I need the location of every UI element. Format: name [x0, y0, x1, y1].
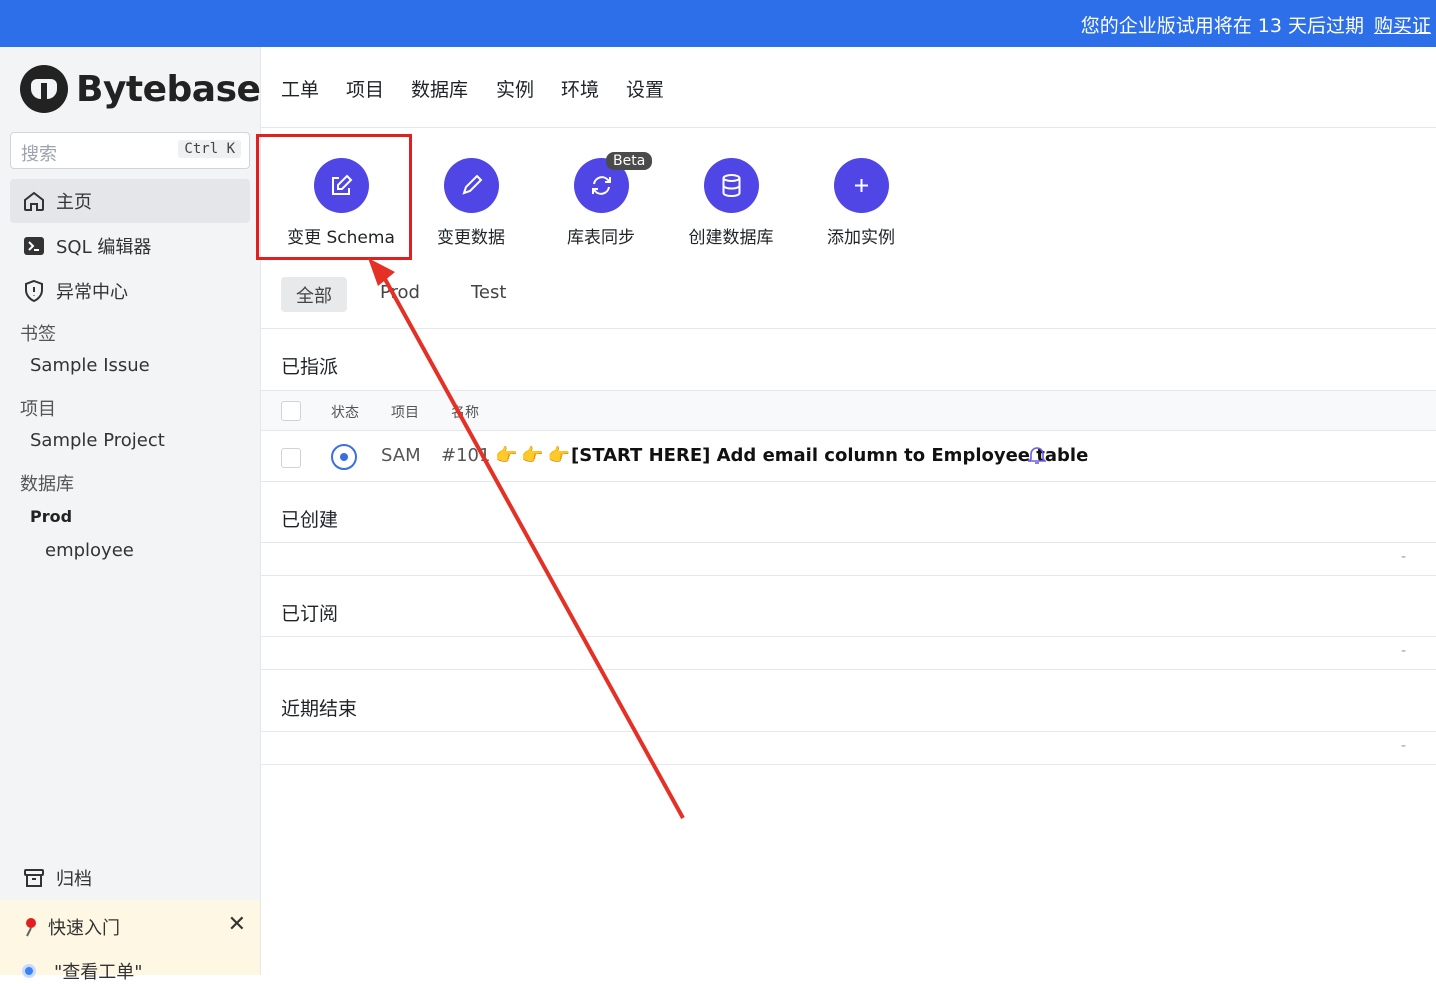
section-assigned-title: 已指派 — [281, 356, 339, 378]
bytebase-logo-icon — [20, 65, 68, 113]
sidebar-item-anomaly-center[interactable]: 异常中心 — [10, 269, 250, 313]
highlight-box — [256, 134, 412, 260]
empty-marker: - — [1400, 643, 1406, 659]
column-status: 状态 — [331, 405, 359, 421]
create-database-button[interactable]: 创建数据库 — [661, 158, 801, 248]
status-open-icon — [331, 444, 357, 470]
column-name: 名称 — [451, 405, 479, 421]
beta-badge: Beta — [606, 152, 653, 170]
issue-title[interactable]: [START HERE] Add email column to Employe… — [571, 445, 1088, 466]
sidebar: Bytebase 搜索 Ctrl K 主页 SQL 编辑器 异常中心 书签 Sa… — [0, 47, 261, 983]
project-sample-project[interactable]: Sample Project — [30, 430, 165, 451]
step-status-icon — [22, 964, 36, 978]
sidebar-item-home[interactable]: 主页 — [10, 179, 250, 223]
section-subscribed-title: 已订阅 — [281, 603, 339, 625]
shortcut-hint: Ctrl K — [178, 140, 241, 158]
nav-settings[interactable]: 设置 — [626, 75, 664, 102]
projects-heading: 项目 — [20, 399, 56, 420]
search-input[interactable]: 搜索 Ctrl K — [10, 132, 250, 169]
column-project: 项目 — [391, 405, 419, 421]
sync-schema-button[interactable]: 库表同步 — [531, 158, 671, 248]
sidebar-item-archive[interactable]: 归档 — [10, 857, 92, 899]
trial-message: 您的企业版试用将在 13 天后过期 — [1080, 15, 1364, 37]
row-checkbox[interactable] — [281, 448, 301, 468]
top-navigation: 工单 项目 数据库 实例 环境 设置 — [261, 47, 1436, 128]
search-placeholder: 搜索 — [21, 144, 57, 165]
quickstart-step[interactable]: "查看工单" — [22, 958, 143, 984]
logo[interactable]: Bytebase — [20, 65, 261, 113]
quickstart-step-label: "查看工单" — [54, 962, 143, 983]
database-icon — [703, 158, 759, 213]
section-created-title: 已创建 — [281, 509, 339, 531]
action-label: 创建数据库 — [688, 228, 774, 248]
nav-issues[interactable]: 工单 — [281, 75, 319, 102]
plus-icon — [833, 158, 889, 213]
archive-icon — [24, 869, 44, 887]
tab-all[interactable]: 全部 — [281, 277, 347, 312]
tab-prod[interactable]: Prod — [365, 277, 435, 312]
sidebar-item-label: 主页 — [56, 192, 92, 213]
pencil-icon — [443, 158, 499, 213]
action-label: 库表同步 — [567, 228, 635, 248]
quickstart-panel: 快速入门 ✕ "查看工单" — [0, 900, 260, 983]
nav-projects[interactable]: 项目 — [346, 75, 384, 102]
quickstart-label: 快速入门 — [48, 918, 120, 939]
trial-banner: 您的企业版试用将在 13 天后过期 购买证 — [0, 0, 1436, 47]
pointing-emoji: 👉👉👉 — [495, 445, 575, 466]
empty-row: - — [261, 731, 1436, 765]
section-recently-closed-title: 近期结束 — [281, 698, 358, 720]
action-label: 变更数据 — [437, 228, 505, 248]
nav-databases[interactable]: 数据库 — [411, 75, 468, 102]
databases-heading: 数据库 — [20, 474, 74, 495]
issue-number: #101 — [441, 445, 491, 466]
divider — [261, 328, 1436, 329]
sidebar-item-sql-editor[interactable]: SQL 编辑器 — [10, 224, 250, 268]
quickstart-title[interactable]: 快速入门 — [22, 914, 120, 940]
nav-environments[interactable]: 环境 — [561, 75, 599, 102]
issue-project: SAM — [381, 445, 421, 466]
sidebar-item-label: SQL 编辑器 — [56, 237, 152, 258]
environment-prod[interactable]: Prod — [30, 507, 72, 526]
empty-row: - — [261, 542, 1436, 576]
close-icon[interactable]: ✕ — [228, 912, 246, 937]
change-data-button[interactable]: 变更数据 — [401, 158, 541, 248]
empty-row: - — [261, 636, 1436, 670]
brand-name: Bytebase — [76, 68, 261, 110]
database-employee[interactable]: employee — [45, 540, 134, 561]
empty-marker: - — [1400, 738, 1406, 754]
pin-icon — [26, 918, 36, 937]
table-header: 状态 项目 名称 — [261, 390, 1436, 431]
sidebar-item-label: 异常中心 — [56, 282, 128, 303]
nav-instances[interactable]: 实例 — [496, 75, 534, 102]
bell-icon — [1027, 445, 1047, 470]
bookmarks-heading: 书签 — [20, 324, 56, 345]
terminal-icon — [24, 237, 44, 255]
buy-license-link[interactable]: 购买证 — [1374, 11, 1431, 38]
select-all-checkbox[interactable] — [281, 401, 301, 421]
home-icon — [24, 191, 44, 211]
bookmark-sample-issue[interactable]: Sample Issue — [30, 355, 150, 376]
table-row[interactable]: SAM #101 👉👉👉 [START HERE] Add email colu… — [261, 431, 1436, 482]
tab-test[interactable]: Test — [456, 277, 521, 312]
add-instance-button[interactable]: 添加实例 — [791, 158, 931, 248]
empty-marker: - — [1400, 549, 1406, 565]
action-label: 添加实例 — [827, 228, 895, 248]
shield-icon — [25, 279, 43, 303]
sidebar-item-label: 归档 — [56, 869, 92, 890]
